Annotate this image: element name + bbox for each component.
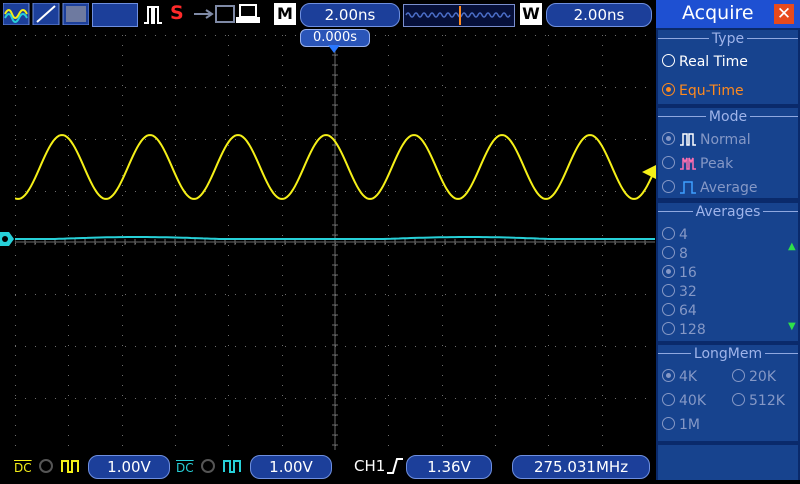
ch2-coupling-label[interactable]: DC (176, 452, 194, 484)
radio-icon (732, 393, 745, 406)
average-option-64[interactable]: 64 (662, 301, 697, 321)
radio-icon (662, 322, 675, 335)
normal-pulse-icon (680, 133, 696, 146)
ch1-coupling-label[interactable]: DC (14, 452, 32, 484)
longmem-option-label: 20K (749, 369, 776, 385)
average-option-label: 128 (679, 322, 706, 338)
average-option-label: 64 (679, 303, 697, 319)
longmem-option-label: 40K (679, 393, 706, 409)
type-option-real-time[interactable]: Real Time (662, 52, 748, 72)
waveform-display[interactable] (15, 35, 655, 450)
radio-icon (662, 393, 675, 406)
mode-option-peak[interactable]: Peak (662, 154, 733, 174)
longmem-option-512K[interactable]: 512K (732, 391, 785, 411)
bottom-status-bar: DC 1.00V DC 1.00V CH1 1.36V 275.031MHz (0, 452, 656, 480)
rising-edge-icon (387, 458, 403, 474)
frequency-readout: 275.031MHz (512, 455, 650, 479)
type-option-equ-time[interactable]: Equ-Time (662, 81, 744, 101)
radio-selected-icon (662, 83, 675, 96)
averages-heading: Averages (692, 204, 764, 220)
menu-title: Acquire (682, 2, 754, 24)
ch1-status-icons (39, 459, 79, 473)
close-menu-button[interactable]: ✕ (774, 4, 794, 24)
mode-option-average[interactable]: Average (662, 178, 758, 198)
stop-status: S (170, 2, 184, 24)
longmem-group: LongMem 4K 20K 40K 512K 1M (658, 345, 798, 441)
peak-pulse-icon (680, 157, 696, 170)
top-toolbar: S M 2.00ns W 2.00ns (0, 0, 656, 30)
longmem-option-20K[interactable]: 20K (732, 367, 776, 387)
longmem-option-label: 512K (749, 393, 785, 409)
trigger-level-readout[interactable]: 1.36V (406, 455, 492, 479)
type-heading: Type (708, 31, 748, 47)
longmem-option-1M[interactable]: 1M (662, 415, 700, 435)
longmem-option-label: 4K (679, 369, 698, 385)
ch1-scale-readout[interactable]: 1.00V (88, 455, 170, 479)
average-option-label: 8 (679, 246, 688, 262)
radio-icon (662, 303, 675, 316)
run-pulse-icon (144, 6, 162, 24)
average-option-label: 16 (679, 265, 697, 281)
trigger-source-label[interactable]: CH1 (354, 452, 385, 480)
radio-icon (662, 180, 675, 193)
ch2-status-icons (201, 459, 241, 473)
average-option-8[interactable]: 8 (662, 244, 688, 264)
longmem-option-4K[interactable]: 4K (662, 367, 697, 387)
radio-selected-icon (662, 132, 675, 145)
radio-selected-icon (662, 265, 675, 278)
mode-heading: Mode (705, 109, 751, 125)
longmem-option-40K[interactable]: 40K (662, 391, 706, 411)
mode-group: Mode Normal Peak Average (658, 108, 798, 198)
mode-option-normal[interactable]: Normal (662, 130, 751, 150)
window-timebase-readout[interactable]: 2.00ns (546, 3, 652, 27)
radio-selected-icon (662, 369, 675, 382)
trigger-position-marker (328, 45, 340, 53)
average-pulse-icon (680, 181, 696, 194)
average-option-4[interactable]: 4 (662, 225, 688, 245)
scroll-down-icon[interactable]: ▼ (788, 321, 796, 332)
average-option-128[interactable]: 128 (662, 320, 706, 340)
timebase-readout[interactable]: 2.00ns (300, 3, 400, 27)
longmem-heading: LongMem (690, 346, 766, 362)
scroll-up-icon[interactable]: ▲ (788, 241, 796, 252)
menu-title-bar: Acquire ✕ (656, 0, 800, 28)
radio-icon (732, 369, 745, 382)
disk-icon (215, 5, 235, 23)
average-option-32[interactable]: 32 (662, 282, 697, 302)
average-option-label: 32 (679, 284, 697, 300)
memory-button[interactable]: M (274, 3, 296, 25)
memory-position-bar[interactable] (403, 4, 515, 27)
memory-depth-box (92, 3, 138, 27)
average-option-label: 4 (679, 227, 688, 243)
type-group: Type Real Time Equ-Time (658, 30, 798, 104)
waveform-icon[interactable] (3, 3, 89, 25)
ch2-ground-marker[interactable] (0, 232, 14, 246)
radio-icon (662, 227, 675, 240)
radio-icon (662, 246, 675, 259)
window-button[interactable]: W (520, 3, 542, 25)
longmem-option-label: 1M (679, 417, 700, 433)
ch2-scale-readout[interactable]: 1.00V (250, 455, 332, 479)
radio-icon (662, 54, 675, 67)
radio-icon (662, 284, 675, 297)
acquire-menu-panel: Acquire ✕ Type Real Time Equ-Time Mode N… (656, 0, 800, 480)
radio-icon (662, 156, 675, 169)
averages-group: Averages 4 8 16 32 64 128 ▲ ▼ (658, 203, 798, 341)
usb-icon (194, 4, 260, 23)
grid (15, 35, 655, 450)
empty-softkey (658, 445, 798, 480)
average-option-16[interactable]: 16 (662, 263, 697, 283)
radio-icon (662, 417, 675, 430)
trigger-level-marker[interactable] (642, 165, 656, 179)
printer-icon (239, 4, 257, 18)
